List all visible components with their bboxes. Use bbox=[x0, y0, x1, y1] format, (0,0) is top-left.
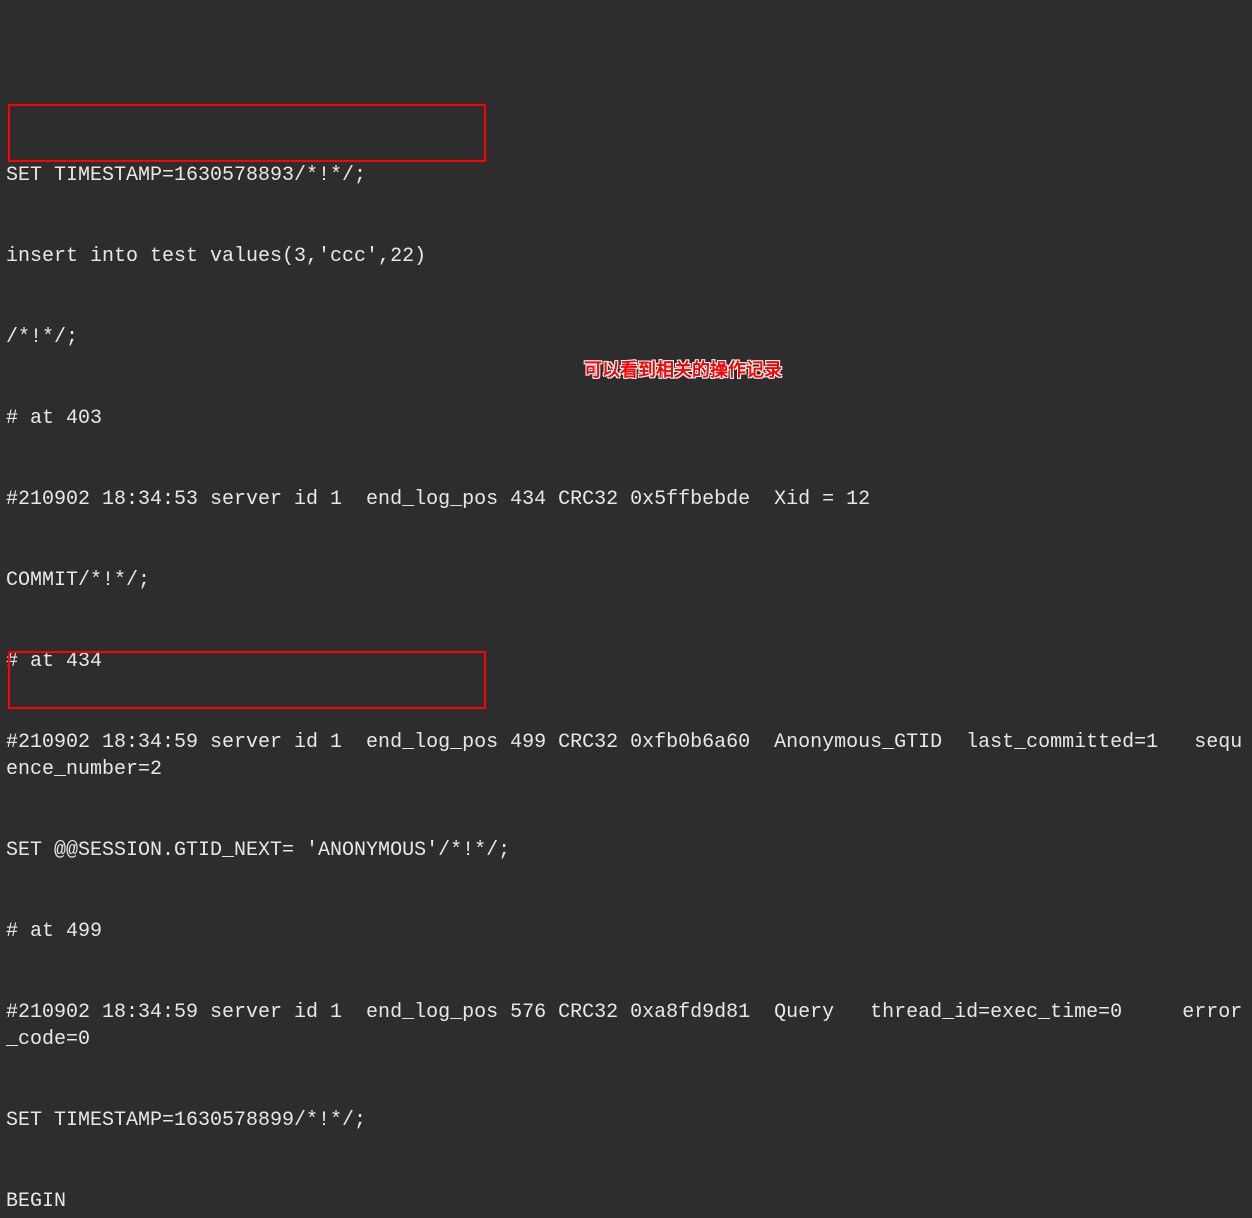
log-line: COMMIT/*!*/; bbox=[6, 567, 1246, 594]
log-line: # at 434 bbox=[6, 648, 1246, 675]
log-line: SET TIMESTAMP=1630578899/*!*/; bbox=[6, 1107, 1246, 1134]
log-line: /*!*/; bbox=[6, 324, 1246, 351]
log-line: #210902 18:34:59 server id 1 end_log_pos… bbox=[6, 999, 1246, 1053]
log-line: BEGIN bbox=[6, 1188, 1246, 1215]
log-line: SET @@SESSION.GTID_NEXT= 'ANONYMOUS'/*!*… bbox=[6, 837, 1246, 864]
annotation-text: 可以看到相关的操作记录 bbox=[584, 358, 782, 382]
log-line: # at 403 bbox=[6, 405, 1246, 432]
highlight-box-1 bbox=[8, 104, 486, 162]
log-line: #210902 18:34:59 server id 1 end_log_pos… bbox=[6, 729, 1246, 783]
log-line: # at 499 bbox=[6, 918, 1246, 945]
log-line: #210902 18:34:53 server id 1 end_log_pos… bbox=[6, 486, 1246, 513]
log-line: SET TIMESTAMP=1630578893/*!*/; bbox=[6, 162, 1246, 189]
terminal-output: SET TIMESTAMP=1630578893/*!*/; insert in… bbox=[6, 108, 1246, 1218]
log-line: insert into test values(3,'ccc',22) bbox=[6, 243, 1246, 270]
